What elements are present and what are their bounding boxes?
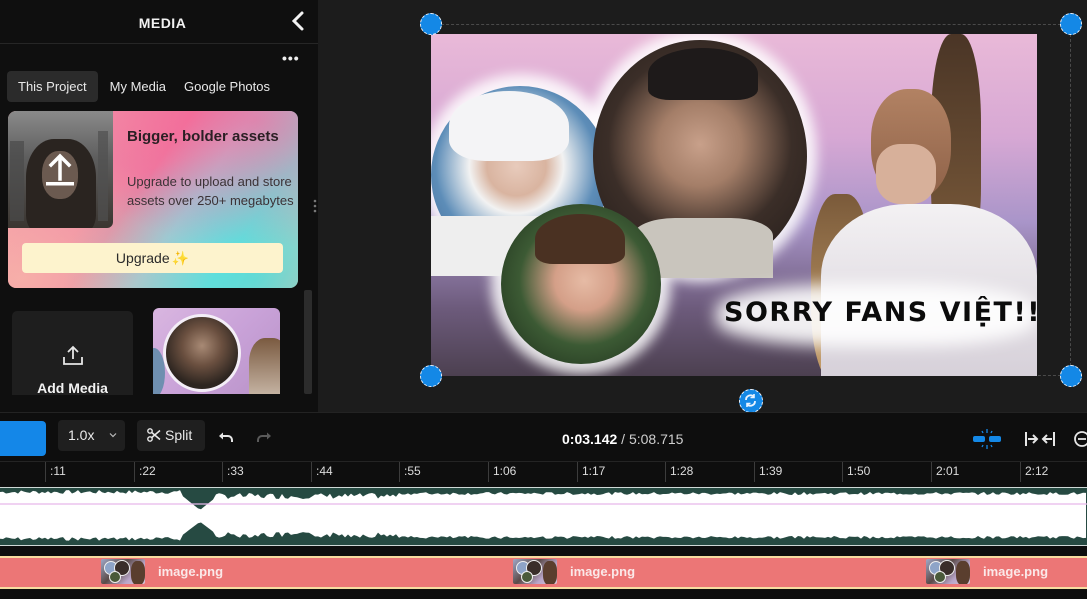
rotate-icon [745, 394, 756, 407]
panel-resize-handle[interactable] [313, 199, 317, 213]
upload-icon [63, 345, 83, 365]
ruler-tick: 1:06 [488, 462, 516, 482]
audio-waveform [0, 490, 1087, 541]
sidebar-header: MEDIA [0, 0, 318, 44]
caption-text: SORRY FANS VIỆT!! [724, 297, 1037, 328]
resize-handle-top-left[interactable] [420, 13, 442, 35]
clip-thumbnail[interactable] [926, 559, 970, 584]
upgrade-promo-card: Bigger, bolder assets Upgrade to upload … [8, 111, 298, 288]
time-separator: / [617, 431, 629, 447]
audio-track-clip[interactable] [0, 487, 1087, 546]
ruler-tick: :33 [222, 462, 244, 482]
more-options-button[interactable]: ••• [282, 51, 300, 65]
preview-image[interactable]: SORRY FANS VIỆT!! [431, 34, 1037, 376]
ruler-tick: :44 [311, 462, 333, 482]
ruler-tick: :22 [134, 462, 156, 482]
ruler-tick: 2:01 [931, 462, 959, 482]
video-editor: MEDIA ••• This Project My Media Google P… [0, 0, 1087, 599]
zoom-out-icon[interactable] [1073, 430, 1087, 448]
sparkle-icon: ✨ [171, 250, 190, 266]
fit-to-screen-icon[interactable] [1024, 431, 1056, 447]
ruler-tick: 2:12 [1020, 462, 1048, 482]
resize-handle-bottom-right[interactable] [1060, 365, 1082, 387]
speed-value: 1.0x [68, 427, 95, 443]
clip-label[interactable]: image.png [983, 564, 1048, 579]
add-media-button[interactable]: Add Media [12, 311, 133, 395]
ruler-tick: 1:50 [842, 462, 870, 482]
media-tabs: This Project My Media Google Photos [7, 71, 276, 102]
clip-label[interactable]: image.png [158, 564, 223, 579]
resize-handle-top-right[interactable] [1060, 13, 1082, 35]
image-track: image.png image.png image.png [0, 556, 1087, 589]
photo-circle-3 [501, 204, 661, 364]
current-time: 0:03.142 [562, 431, 618, 447]
ruler-tick: 1:28 [665, 462, 693, 482]
snap-toggle-icon[interactable] [971, 428, 1003, 450]
total-time: 5:08.715 [628, 431, 684, 447]
chevron-down-icon [109, 433, 117, 438]
sidebar-title: MEDIA [138, 15, 187, 31]
ruler-tick: 1:17 [577, 462, 605, 482]
upload-icon [46, 153, 74, 186]
ruler-tick: 1:39 [754, 462, 782, 482]
clip-thumbnail[interactable] [101, 559, 145, 584]
promo-title: Bigger, bolder assets [127, 128, 279, 145]
upgrade-button[interactable]: Upgrade ✨ [22, 243, 283, 273]
chevron-left-icon [291, 11, 304, 31]
scissors-icon [147, 428, 161, 442]
sidebar-scrollbar[interactable] [304, 290, 312, 394]
media-thumbnail[interactable] [153, 308, 280, 394]
waveform-shape [0, 490, 1086, 541]
add-media-label: Add Media [37, 380, 108, 395]
resize-handle-bottom-left[interactable] [420, 365, 442, 387]
ruler-tick: :55 [399, 462, 421, 482]
collapse-sidebar-button[interactable] [288, 10, 308, 32]
tab-this-project[interactable]: This Project [7, 71, 98, 102]
promo-description: Upgrade to upload and store assets over … [127, 174, 294, 208]
split-button[interactable]: Split [137, 420, 205, 451]
playback-speed-select[interactable]: 1.0x [58, 420, 125, 451]
tab-my-media[interactable]: My Media [102, 71, 174, 102]
tab-google-photos[interactable]: Google Photos [178, 71, 276, 102]
redo-icon[interactable] [256, 432, 272, 444]
primary-action-button[interactable] [0, 421, 46, 456]
playback-time: 0:03.142 / 5:08.715 [562, 431, 683, 447]
promo-image [8, 111, 113, 228]
timeline-tracks: image.png image.png image.png [0, 485, 1087, 599]
timeline-ruler[interactable]: :11 :22 :33 :44 :55 1:06 1:17 1:28 1:39 1:50 2:01 2… [0, 461, 1087, 485]
split-label: Split [165, 427, 193, 443]
undo-icon[interactable] [218, 432, 234, 444]
upgrade-button-label: Upgrade [115, 250, 170, 266]
clip-label[interactable]: image.png [570, 564, 635, 579]
media-sidebar: MEDIA ••• This Project My Media Google P… [0, 0, 318, 412]
timeline-toolbar: 1.0x Split 0:03.142 / 5:08.715 [0, 412, 1087, 461]
clip-thumbnail[interactable] [513, 559, 557, 584]
rotate-handle[interactable] [739, 389, 763, 413]
ruler-tick: :11 [45, 462, 66, 482]
